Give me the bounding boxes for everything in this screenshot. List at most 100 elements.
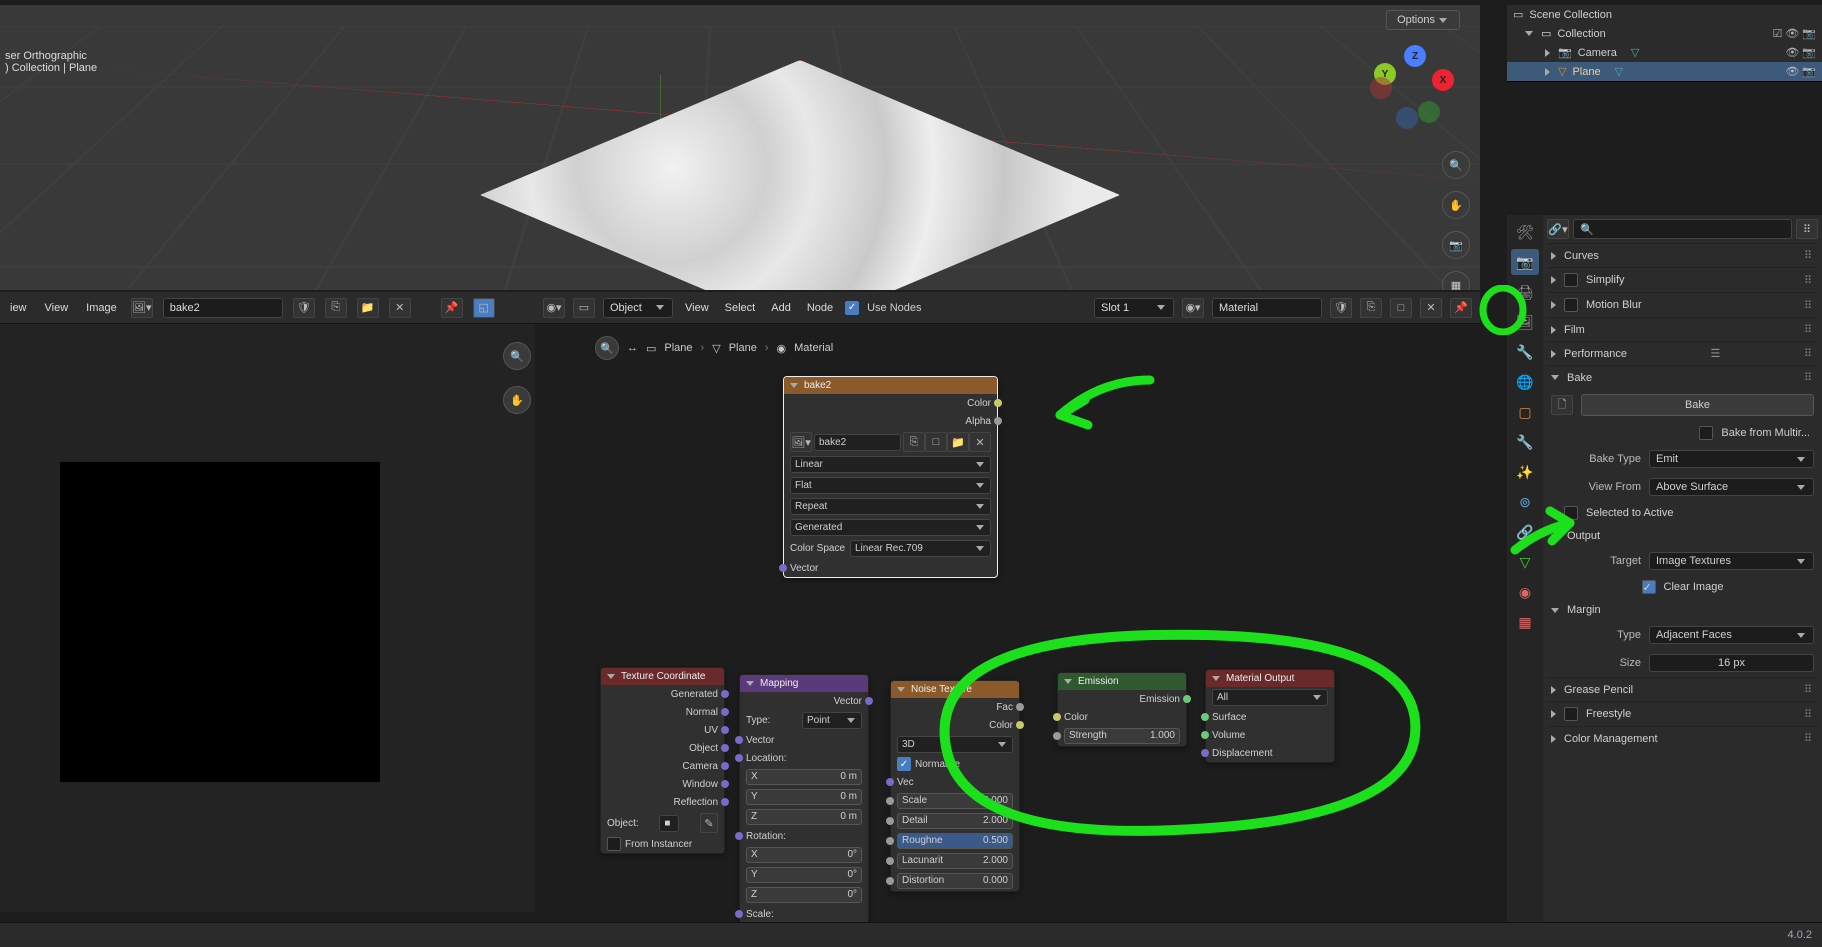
crumb-plane-mesh[interactable]: Plane xyxy=(729,342,757,354)
material-tab[interactable]: ◉ xyxy=(1511,579,1539,605)
socket-in[interactable] xyxy=(886,797,894,805)
unlink-button[interactable]: ✕ xyxy=(389,298,411,318)
particle-tab[interactable]: ✨ xyxy=(1511,459,1539,485)
target-dropdown[interactable]: Image Textures xyxy=(1649,552,1814,570)
normalize-check[interactable]: ✓ xyxy=(897,757,911,771)
output-tab[interactable]: 🖨 xyxy=(1511,279,1539,305)
socket-out[interactable] xyxy=(721,690,729,698)
socket-out[interactable] xyxy=(721,798,729,806)
margin-type-dropdown[interactable]: Adjacent Faces xyxy=(1649,626,1814,644)
eye-icon[interactable]: 👁 xyxy=(1785,65,1799,78)
image-name-field[interactable]: bake2 xyxy=(819,437,846,448)
colorspace-dropdown[interactable]: Linear Rec.709 xyxy=(850,540,991,557)
physics-tab[interactable]: ⊚ xyxy=(1511,489,1539,515)
dimensions-dropdown[interactable]: 3D xyxy=(897,736,1013,753)
socket-out[interactable] xyxy=(721,780,729,788)
strength-socket-in[interactable] xyxy=(1053,732,1061,740)
gizmo-z-axis[interactable]: Z xyxy=(1404,45,1426,67)
modifier-tab[interactable]: 🔧 xyxy=(1511,429,1539,455)
image-editor-panel[interactable]: iew View Image 🖼▾ bake2 🛡 ⎘ 📁 ✕ 📌 ◱ 🔍 ✋ xyxy=(0,292,535,912)
node-header[interactable]: Texture Coordinate xyxy=(601,668,724,685)
menu-add[interactable]: Add xyxy=(767,300,795,316)
node-header[interactable]: bake2 xyxy=(784,377,997,394)
mapping-node[interactable]: Mapping Vector Type:Point Vector Locatio… xyxy=(739,674,869,924)
motion-blur-check[interactable] xyxy=(1564,298,1578,312)
socket-out[interactable] xyxy=(721,744,729,752)
texture-tab[interactable]: ▦ xyxy=(1511,609,1539,635)
gizmo-neg-z[interactable] xyxy=(1396,107,1418,129)
object-tab[interactable]: ▢ xyxy=(1511,399,1539,425)
color-management-panel[interactable]: Color Management⠿ xyxy=(1547,726,1818,750)
properties-search-field[interactable]: 🔍 xyxy=(1573,219,1792,239)
extension-dropdown[interactable]: Repeat xyxy=(790,498,991,515)
clear-image-check[interactable]: ✓ xyxy=(1642,580,1656,594)
freestyle-check[interactable] xyxy=(1564,707,1578,721)
image-canvas[interactable] xyxy=(60,462,380,782)
node-header[interactable]: Material Output xyxy=(1206,670,1334,687)
from-instancer-check[interactable] xyxy=(607,837,621,851)
freestyle-panel[interactable]: Freestyle⠿ xyxy=(1547,701,1818,726)
drag-handle-icon[interactable]: ⠿ xyxy=(1804,323,1814,336)
eyedropper-button[interactable]: ✎ xyxy=(700,813,718,833)
use-nodes-checkbox[interactable]: ✓ xyxy=(845,301,859,315)
rot-socket-in[interactable] xyxy=(735,832,743,840)
strength-field[interactable]: Strength1.000 xyxy=(1064,728,1180,744)
loc-socket-in[interactable] xyxy=(735,754,743,762)
socket-out[interactable] xyxy=(1016,703,1024,711)
curves-panel[interactable]: Curves⠿ xyxy=(1547,243,1818,267)
film-panel[interactable]: Film⠿ xyxy=(1547,317,1818,341)
menu-node[interactable]: Node xyxy=(803,300,837,316)
simplify-check[interactable] xyxy=(1564,273,1578,287)
rot-x-field[interactable]: X0° xyxy=(746,847,862,863)
margin-size-field[interactable]: 16 px xyxy=(1649,654,1814,672)
camera-data-icon[interactable]: ▽ xyxy=(1631,46,1639,59)
drag-handle-icon[interactable]: ⠿ xyxy=(1804,299,1814,312)
menu-iew-truncated[interactable]: iew xyxy=(6,300,31,316)
menu-image[interactable]: Image xyxy=(82,300,121,316)
socket-in[interactable] xyxy=(886,817,894,825)
socket-in[interactable] xyxy=(886,877,894,885)
socket-out[interactable] xyxy=(865,697,873,705)
collection-row[interactable]: ▭ Collection ☑ 👁 📷 xyxy=(1507,24,1822,43)
copy-material-button[interactable]: □ xyxy=(1390,298,1412,318)
vector-socket-in[interactable] xyxy=(779,564,787,572)
perspective-toggle-button[interactable]: ▦ xyxy=(1442,271,1470,290)
drag-handle-icon[interactable]: ⠿ xyxy=(1804,708,1814,721)
vector-socket-in[interactable] xyxy=(735,736,743,744)
interpolation-dropdown[interactable]: Linear xyxy=(790,456,991,473)
rot-z-field[interactable]: Z0° xyxy=(746,887,862,903)
unlink-material-button[interactable]: ✕ xyxy=(1420,298,1442,318)
loc-y-field[interactable]: Y0 m xyxy=(746,789,862,805)
mesh-data-tab[interactable]: ▽ xyxy=(1511,549,1539,575)
socket-out[interactable] xyxy=(1183,695,1191,703)
material-output-node[interactable]: Material Output All Surface Volume Displ… xyxy=(1205,669,1335,763)
color-socket-in[interactable] xyxy=(1053,713,1061,721)
noise-texture-node[interactable]: Noise Texture Fac Color 3D ✓Normalize Ve… xyxy=(890,680,1020,892)
emission-node[interactable]: Emission Emission Color Strength1.000 xyxy=(1057,672,1187,747)
surface-socket-in[interactable] xyxy=(1201,713,1209,721)
projection-dropdown[interactable]: Flat xyxy=(790,477,991,494)
source-dropdown[interactable]: Generated xyxy=(790,519,991,536)
bake-type-dropdown[interactable]: Emit xyxy=(1649,450,1814,468)
checkbox-icon[interactable]: ☑ xyxy=(1772,27,1782,40)
shader-type-button[interactable]: ▭ xyxy=(573,298,595,318)
outliner-panel[interactable]: ▭ Scene Collection ▭ Collection ☑ 👁 📷 📷 … xyxy=(1507,5,1822,82)
zoom-tool[interactable]: 🔍 xyxy=(503,342,531,370)
pin-button[interactable]: 📌 xyxy=(1450,298,1472,318)
drag-handle-icon[interactable]: ⠿ xyxy=(1804,683,1814,696)
image-browse-button[interactable]: 🖼▾ xyxy=(790,432,812,452)
socket-in[interactable] xyxy=(886,857,894,865)
open-button[interactable]: 📁 xyxy=(947,432,969,452)
drag-handle-icon[interactable]: ⠿ xyxy=(1804,371,1814,384)
sel-to-active-check[interactable] xyxy=(1564,506,1578,520)
image-name-field[interactable]: bake2 xyxy=(163,298,283,318)
drag-handle-icon[interactable]: ⠿ xyxy=(1804,249,1814,262)
socket-out[interactable] xyxy=(721,708,729,716)
users-button[interactable]: ⎘ xyxy=(903,432,925,452)
color-socket-out[interactable] xyxy=(994,399,1002,407)
gizmo-neg-y[interactable] xyxy=(1418,101,1440,123)
unlink-button[interactable]: ✕ xyxy=(969,432,991,452)
viewport-options-dropdown[interactable]: Options xyxy=(1386,10,1460,30)
node-editor-panel[interactable]: ◉▾ ▭ Object View Select Add Node ✓ Use N… xyxy=(535,292,1480,912)
nav-gizmo[interactable]: Z Y X xyxy=(1370,45,1460,135)
